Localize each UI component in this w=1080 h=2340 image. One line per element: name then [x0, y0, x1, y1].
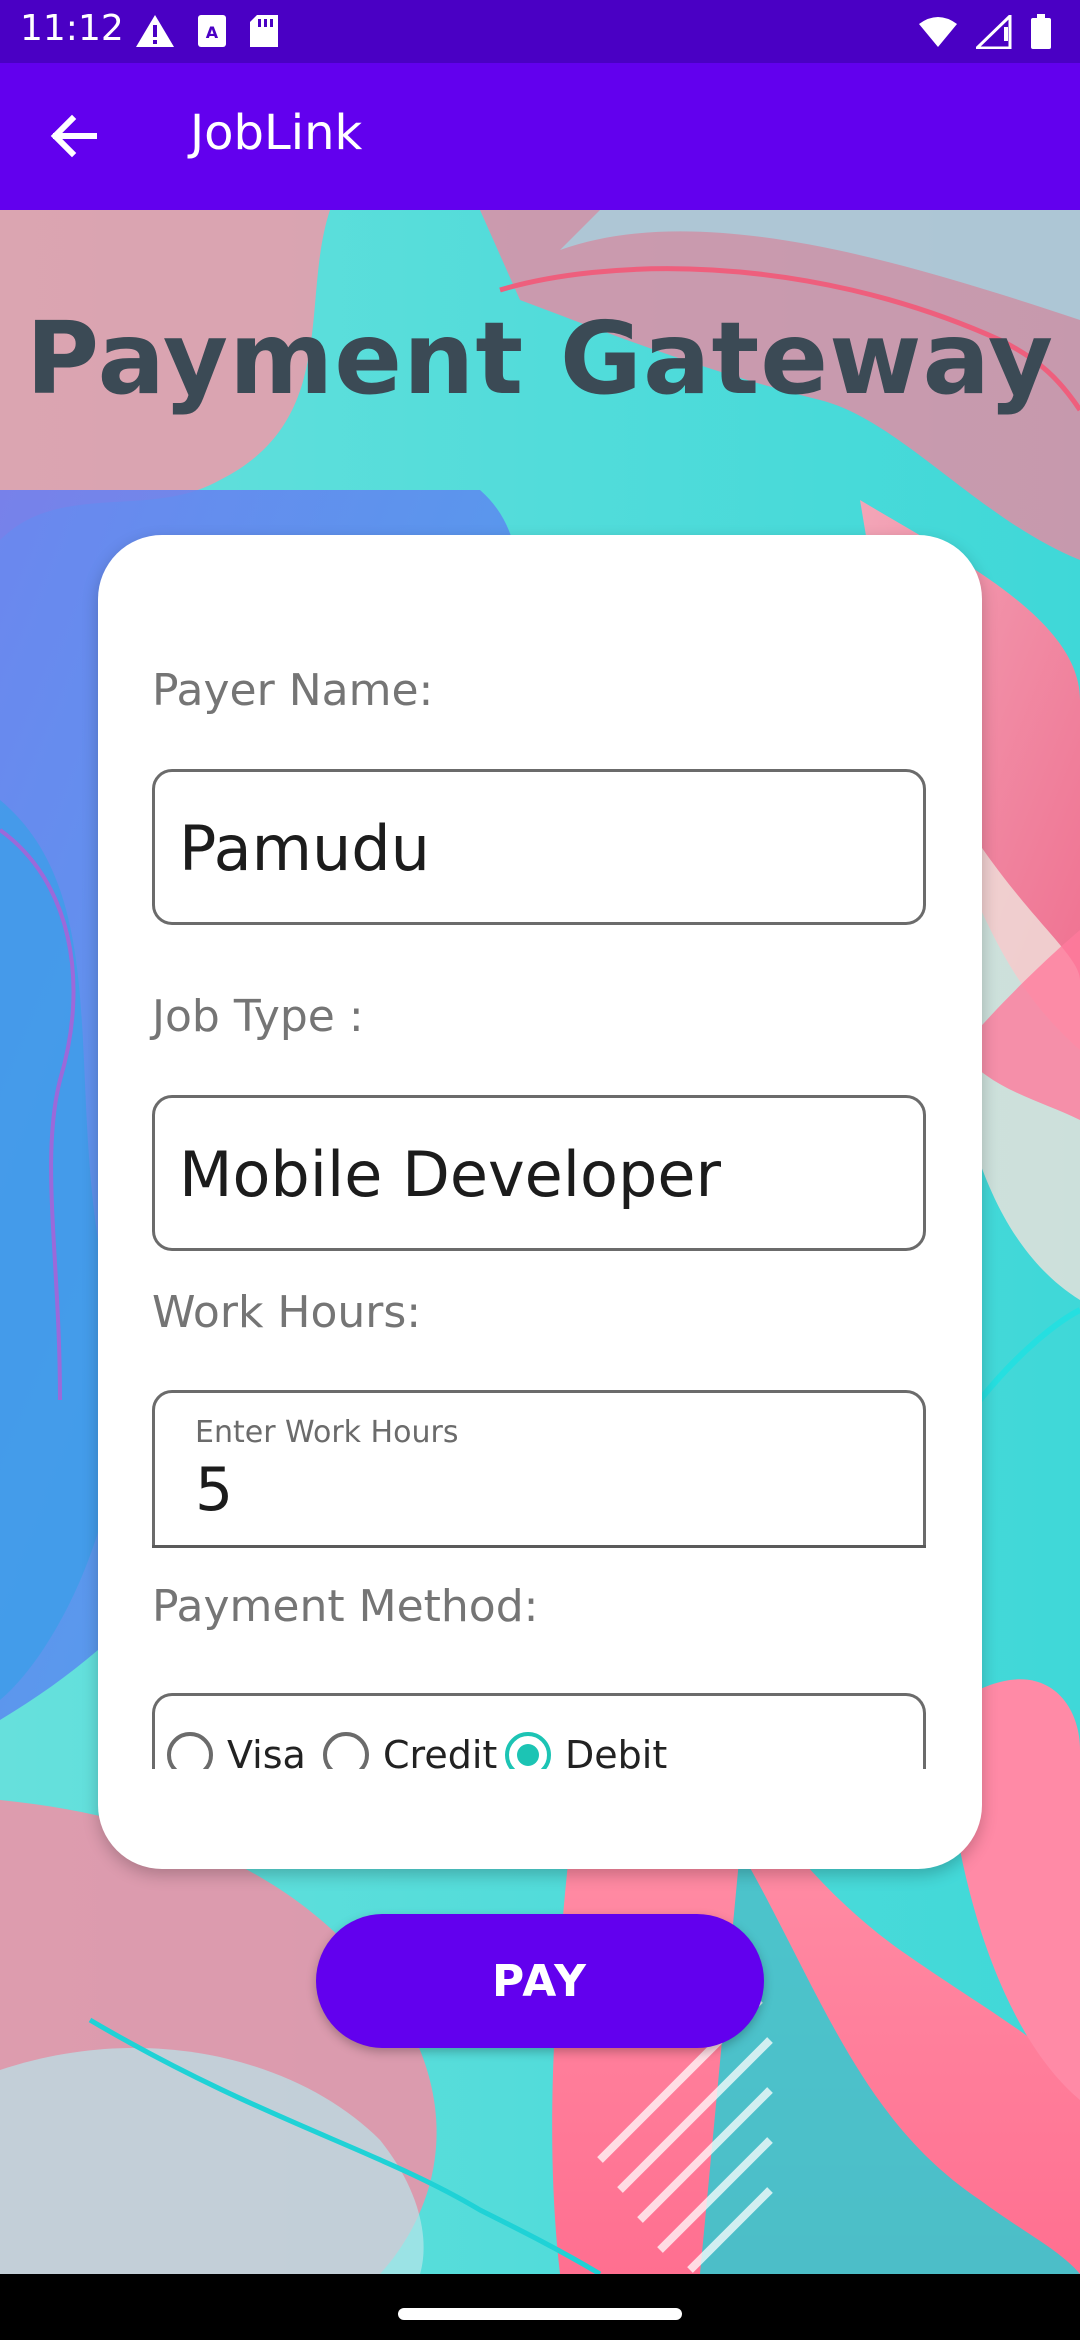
radio-selected-dot: [517, 1744, 539, 1766]
back-button[interactable]: [40, 103, 106, 169]
work-hours-input[interactable]: Enter Work Hours 5: [152, 1390, 926, 1548]
input-underline: [152, 1545, 926, 1548]
home-indicator[interactable]: [398, 2308, 682, 2320]
payer-name-label: Payer Name:: [152, 665, 434, 716]
payment-method-group: Visa Credit Debit: [152, 1693, 926, 1769]
navigation-bar: [0, 2274, 1080, 2340]
status-bar: 11:12 A: [0, 0, 1080, 63]
work-hours-value: 5: [195, 1455, 234, 1525]
payment-method-label: Payment Method:: [152, 1581, 539, 1632]
sim-icon: A: [198, 15, 226, 47]
radio-circle-credit: [323, 1732, 369, 1769]
svg-text:A: A: [206, 23, 219, 42]
wifi-icon: [919, 17, 957, 47]
work-hours-label: Work Hours:: [152, 1287, 422, 1338]
pay-button[interactable]: PAY: [316, 1914, 764, 2048]
signal-icon: [976, 15, 1012, 49]
radio-debit[interactable]: Debit: [505, 1732, 667, 1769]
page-title: Payment Gateway: [25, 300, 1055, 417]
radio-circle-debit: [505, 1732, 551, 1769]
app-title: JobLink: [190, 105, 363, 161]
alert-icon: [136, 15, 174, 47]
status-left-icons: A: [135, 14, 279, 48]
status-right-icons: [918, 14, 1052, 50]
radio-credit[interactable]: Credit: [323, 1732, 497, 1769]
battery-icon: [1031, 14, 1051, 49]
status-time: 11:12: [20, 8, 124, 49]
radio-label-debit: Debit: [565, 1733, 668, 1769]
radio-label-visa: Visa: [227, 1733, 306, 1769]
payment-form-card: Payer Name: Pamudu Job Type : Mobile Dev…: [98, 535, 982, 1869]
payer-name-field[interactable]: Pamudu: [152, 769, 926, 925]
payer-name-value: Pamudu: [179, 812, 430, 885]
arrow-left-icon: [50, 114, 97, 158]
job-type-field[interactable]: Mobile Developer: [152, 1095, 926, 1251]
work-hours-hint: Enter Work Hours: [195, 1415, 459, 1450]
job-type-value: Mobile Developer: [179, 1138, 721, 1211]
job-type-label: Job Type :: [152, 991, 364, 1042]
sd-card-icon: [250, 15, 278, 47]
radio-circle-visa: [167, 1732, 213, 1769]
app-bar: JobLink: [0, 63, 1080, 210]
radio-visa[interactable]: Visa: [167, 1732, 306, 1769]
radio-label-credit: Credit: [383, 1733, 498, 1769]
